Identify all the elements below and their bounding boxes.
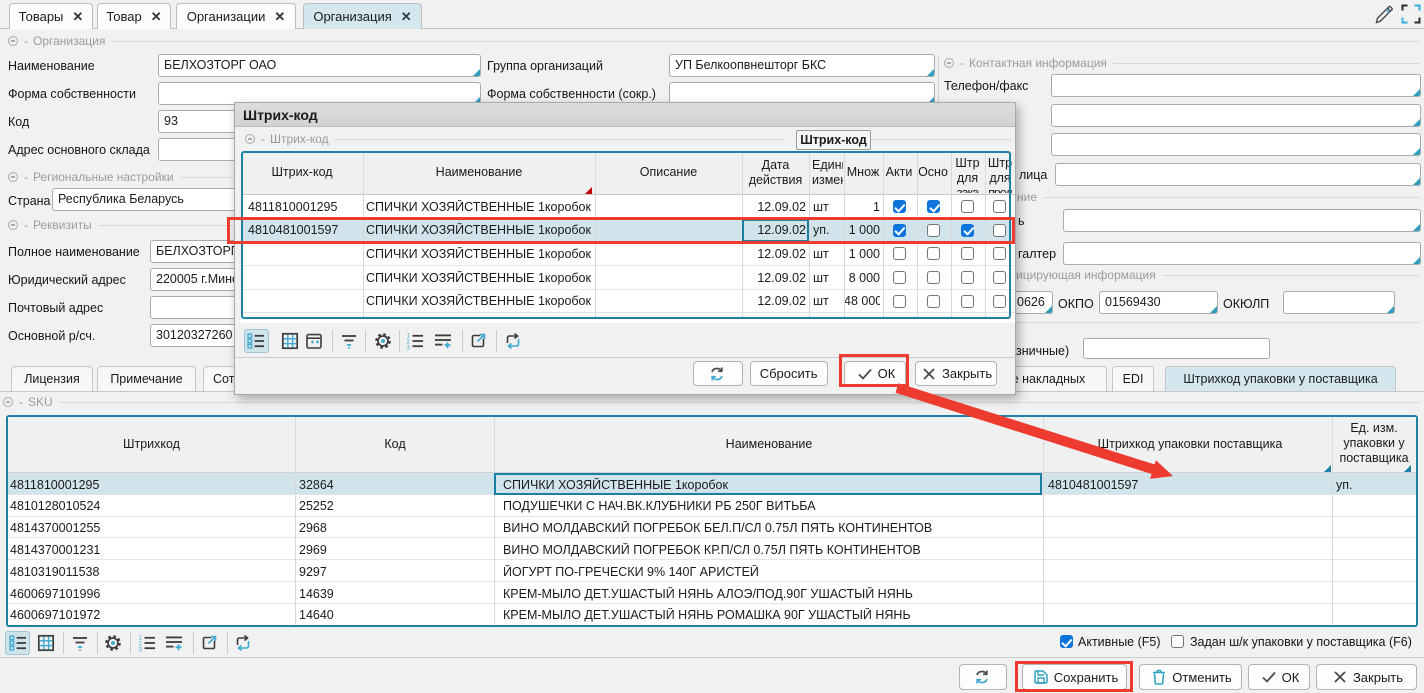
svg-text:3: 3 <box>406 346 410 352</box>
svg-text:3: 3 <box>139 648 143 654</box>
